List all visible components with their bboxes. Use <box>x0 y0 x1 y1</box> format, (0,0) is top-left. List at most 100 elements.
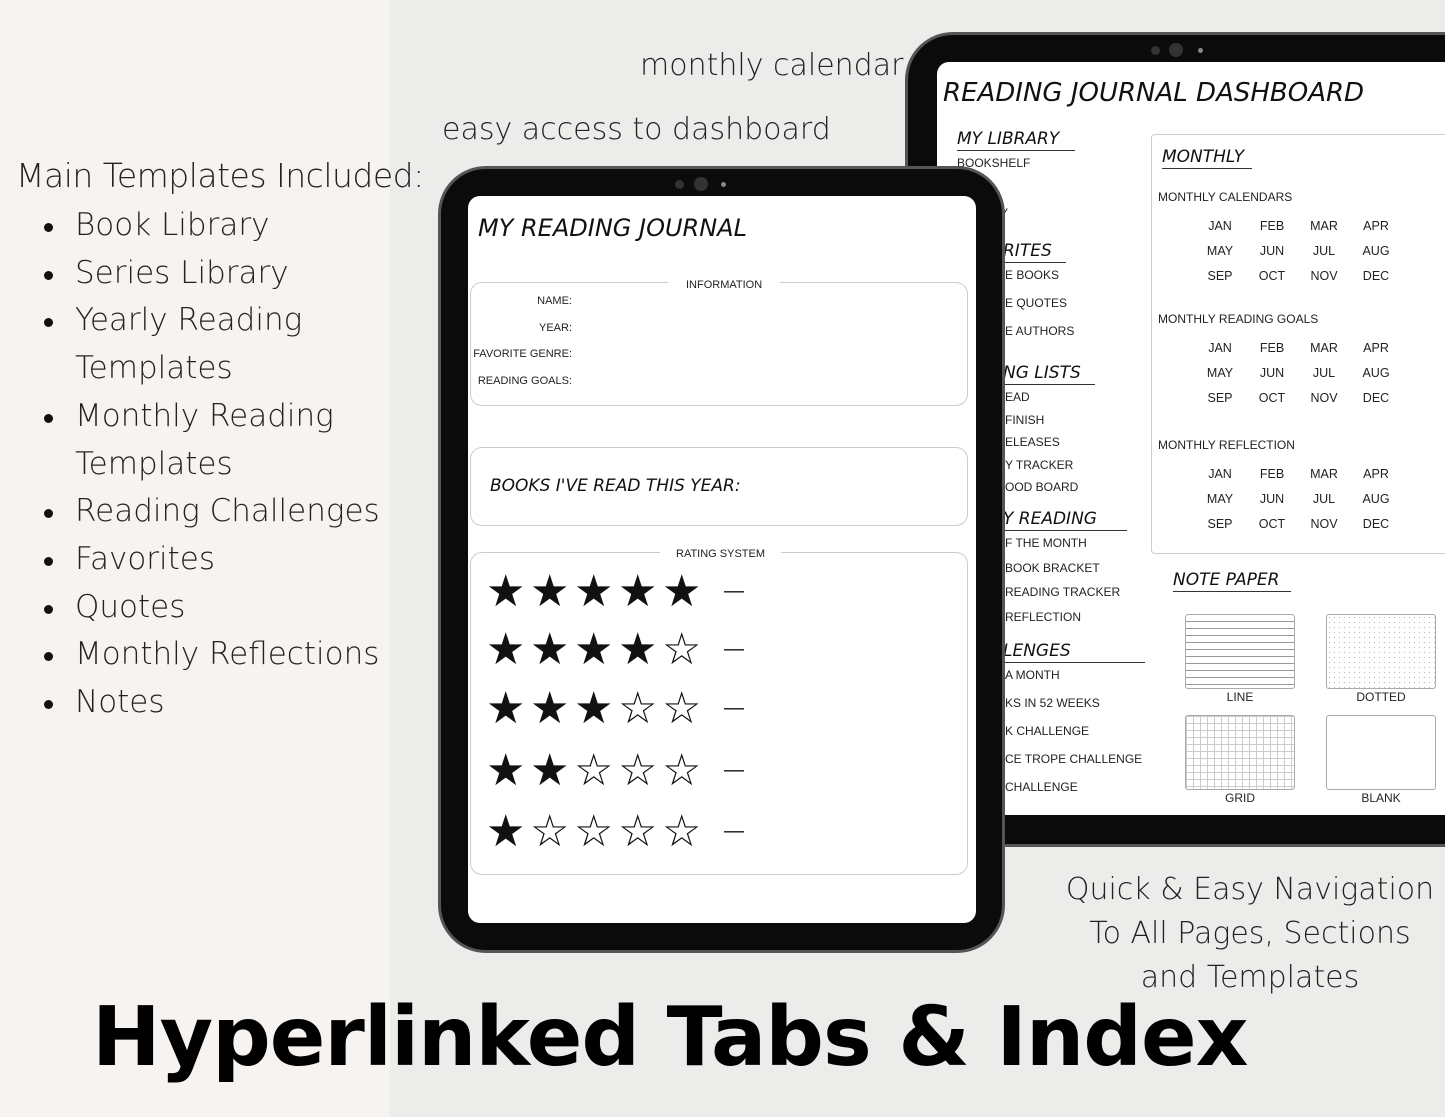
dashboard-link[interactable]: OOD BOARD <box>1005 480 1078 494</box>
star-filled-icon: ★ <box>662 567 702 616</box>
month-link[interactable]: MAY <box>1194 244 1246 258</box>
dashboard-link[interactable]: FINISH <box>1005 413 1044 427</box>
month-grid: JAN FEB MAR APR MAY JUN JUL AUG SEP OCT NOV DEC <box>1194 341 1402 405</box>
star-filled-icon: ★ <box>574 625 614 674</box>
dashboard-link[interactable]: F THE MONTH <box>1005 536 1087 550</box>
month-link[interactable]: OCT <box>1246 269 1298 283</box>
dashboard-section-heading[interactable]: LENGES <box>1003 641 1145 663</box>
nav-line: To All Pages, Sections <box>1089 916 1411 951</box>
month-link[interactable]: NOV <box>1298 517 1350 531</box>
template-item: Favorites <box>40 536 390 584</box>
month-link[interactable]: MAY <box>1194 492 1246 506</box>
star-filled-icon: ★ <box>618 567 658 616</box>
month-link[interactable]: JUL <box>1298 492 1350 506</box>
month-link[interactable]: APR <box>1350 341 1402 355</box>
note-grid-thumbnail[interactable] <box>1185 715 1295 790</box>
star-filled-icon: ★ <box>486 625 526 674</box>
dashboard-link[interactable]: K CHALLENGE <box>1005 724 1089 738</box>
note-type-label[interactable]: BLANK <box>1326 791 1436 805</box>
month-link[interactable]: JUL <box>1298 366 1350 380</box>
dashboard-section-heading[interactable]: MY LIBRARY <box>957 129 1076 151</box>
month-link[interactable]: DEC <box>1350 269 1402 283</box>
dashboard-section-heading[interactable]: RITES <box>1003 241 1066 263</box>
star-filled-icon: ★ <box>486 684 526 733</box>
info-field-label: FAVORITE GENRE: <box>473 348 572 360</box>
note-type-label[interactable]: GRID <box>1185 791 1295 805</box>
month-link[interactable]: JUN <box>1246 492 1298 506</box>
sensor-icon <box>1198 48 1203 53</box>
info-field-label: READING GOALS: <box>477 374 572 387</box>
month-link[interactable]: JUL <box>1298 244 1350 258</box>
month-link[interactable]: JUN <box>1246 244 1298 258</box>
month-link[interactable]: SEP <box>1194 391 1246 405</box>
month-link[interactable]: AUG <box>1350 366 1402 380</box>
dashboard-screen: READING JOURNAL DASHBOARD MY LIBRARY BOOK… <box>937 62 1445 815</box>
month-link[interactable]: JUN <box>1246 366 1298 380</box>
month-link[interactable]: JAN <box>1194 467 1246 481</box>
dashboard-link[interactable]: REFLECTION <box>1005 610 1081 624</box>
star-filled-icon: ★ <box>530 567 570 616</box>
dashboard-link[interactable]: CE TROPE CHALLENGE <box>1005 752 1142 766</box>
dashboard-link[interactable]: KS IN 52 WEEKS <box>1005 696 1100 710</box>
caption-navigation: Quick & Easy Navigation To All Pages, Se… <box>1060 868 1440 1000</box>
dashboard-link[interactable]: EAD <box>1005 390 1030 404</box>
monthly-box: MONTHLY MONTHLY CALENDARS JAN FEB MAR APR MAY… <box>1151 134 1445 554</box>
journal-tablet: MY READING JOURNAL INFORMATION NAME: YEAR… <box>438 166 1005 953</box>
dashboard-link[interactable]: READING TRACKER <box>1005 585 1120 599</box>
month-link[interactable]: MAR <box>1298 467 1350 481</box>
month-link[interactable]: AUG <box>1350 244 1402 258</box>
month-link[interactable]: MAR <box>1298 219 1350 233</box>
template-item: Quotes <box>40 584 390 632</box>
monthly-group-label: MONTHLY REFLECTION <box>1158 438 1295 452</box>
template-item: Notes <box>40 679 390 727</box>
month-link[interactable]: SEP <box>1194 517 1246 531</box>
template-item: Book Library <box>40 202 390 250</box>
camera-icon <box>1151 46 1160 55</box>
month-link[interactable]: OCT <box>1246 517 1298 531</box>
information-label: INFORMATION <box>668 279 781 291</box>
month-grid: JAN FEB MAR APR MAY JUN JUL AUG SEP OCT NOV DEC <box>1194 219 1402 283</box>
star-outline-icon: ☆ <box>618 684 658 733</box>
note-blank-thumbnail[interactable] <box>1326 715 1436 790</box>
dashboard-link[interactable]: BOOK BRACKET <box>1005 561 1100 575</box>
headline: Hyperlinked Tabs & Index <box>92 990 1249 1085</box>
dashboard-link[interactable]: E QUOTES <box>1005 296 1067 310</box>
dashboard-link[interactable]: Y TRACKER <box>1005 458 1073 472</box>
month-link[interactable]: OCT <box>1246 391 1298 405</box>
month-link[interactable]: NOV <box>1298 269 1350 283</box>
month-link[interactable]: JAN <box>1194 341 1246 355</box>
month-link[interactable]: AUG <box>1350 492 1402 506</box>
note-line-thumbnail[interactable] <box>1185 614 1295 689</box>
month-link[interactable]: DEC <box>1350 391 1402 405</box>
dashboard-link[interactable]: A MONTH <box>1005 668 1060 682</box>
note-dotted-thumbnail[interactable] <box>1326 614 1436 689</box>
star-outline-icon: ☆ <box>574 807 614 856</box>
note-type-label[interactable]: LINE <box>1185 690 1295 704</box>
dashboard-title: READING JOURNAL DASHBOARD <box>943 78 1365 108</box>
dashboard-link[interactable]: CHALLENGE <box>1005 780 1078 794</box>
month-link[interactable]: SEP <box>1194 269 1246 283</box>
month-link[interactable]: FEB <box>1246 341 1298 355</box>
dashboard-link[interactable]: E AUTHORS <box>1005 324 1074 338</box>
month-link[interactable]: FEB <box>1246 467 1298 481</box>
month-grid: JAN FEB MAR APR MAY JUN JUL AUG SEP OCT NOV DEC <box>1194 467 1402 531</box>
month-link[interactable]: MAY <box>1194 366 1246 380</box>
star-filled-icon: ★ <box>618 625 658 674</box>
dashboard-section-heading[interactable]: NG LISTS <box>1003 363 1095 385</box>
dashboard-section-heading[interactable]: Y READING <box>1003 509 1127 531</box>
dashboard-link[interactable]: E BOOKS <box>1005 268 1059 282</box>
monthly-heading: MONTHLY <box>1162 147 1253 169</box>
month-link[interactable]: FEB <box>1246 219 1298 233</box>
month-link[interactable]: JAN <box>1194 219 1246 233</box>
month-link[interactable]: NOV <box>1298 391 1350 405</box>
note-type-label[interactable]: DOTTED <box>1326 690 1436 704</box>
camera-icon <box>675 180 684 189</box>
month-link[interactable]: MAR <box>1298 341 1350 355</box>
month-link[interactable]: APR <box>1350 467 1402 481</box>
template-item: Reading Challenges <box>40 488 390 536</box>
month-link[interactable]: APR <box>1350 219 1402 233</box>
month-link[interactable]: DEC <box>1350 517 1402 531</box>
dashboard-link[interactable]: ELEASES <box>1005 435 1060 449</box>
templates-title: Main Templates Included: <box>16 156 424 195</box>
monthly-group-label: MONTHLY CALENDARS <box>1158 190 1293 204</box>
